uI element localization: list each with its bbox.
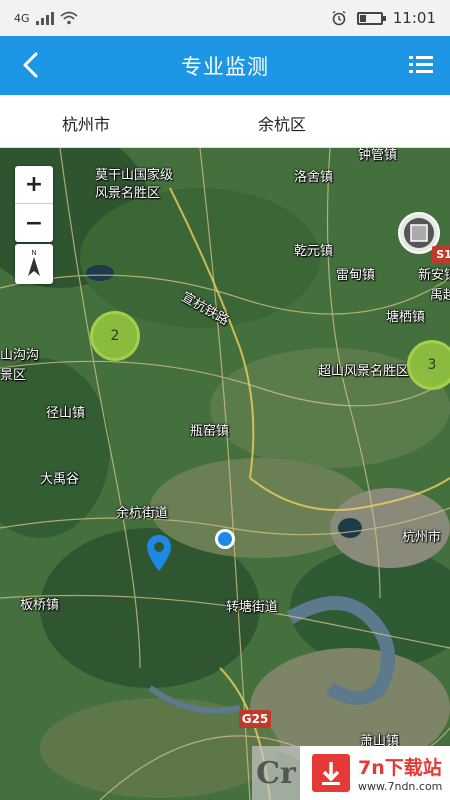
north-arrow-icon: N [28,249,40,276]
download-icon [312,754,350,792]
map-label-jingshan: 径山镇 [46,406,86,421]
zoom-control: + − [15,166,53,242]
satellite-map[interactable]: 莫干山国家级 风景名胜区 钟管镇 洛舍镇 乾元镇 雷甸镇 新安镇 禹越 宣杭铁路… [0,148,450,800]
map-label-banqiao: 板桥镇 [20,598,60,613]
wifi-icon [59,11,78,25]
map-label-zhongguan: 钟管镇 [358,148,398,163]
highway-shield: S1 [432,246,450,264]
map-label-leidian: 雷甸镇 [336,268,376,283]
cluster-marker[interactable]: 3 [407,340,450,390]
current-location-dot [215,529,235,549]
map-label-pingyao: 瓶窑镇 [190,424,230,439]
watermark-banner: 7n下载站 www.7ndn.com [300,746,450,800]
location-pin-icon[interactable] [146,534,172,572]
map-label-yuhang-street: 余杭街道 [116,506,169,521]
map-label-qianyuan: 乾元镇 [294,244,334,259]
map-label-zhuantang: 转塘街道 [226,600,279,615]
battery-icon [356,11,386,25]
city-selector[interactable]: 杭州市 [62,111,110,135]
zoom-out-button[interactable]: − [15,204,53,242]
map-label-scenic-area: 风景名胜区 [95,186,161,201]
map-label-jingqu: 景区 [0,368,27,383]
page-title: 专业监测 [181,54,269,79]
network-type: 4G [14,11,30,25]
map-label-moganshan: 莫干山国家级 [95,168,174,183]
compass-button[interactable]: N [15,244,53,284]
map-label-hangzhou: 杭州市 [402,530,442,545]
map-label-chaoshan: 超山风景名胜区 [318,364,410,379]
watermark-logo: Cr [252,746,300,800]
alarm-icon [332,10,346,26]
status-left: 4G [14,11,78,25]
app-header: 专业监测 [0,36,450,95]
signal-icon [35,11,54,25]
map-label-tangqi: 塘栖镇 [386,310,426,325]
region-selector: 杭州市 余杭区 [0,95,450,148]
list-menu-icon[interactable] [408,52,434,78]
map-label-xinan: 新安镇 [418,268,450,283]
zoom-in-button[interactable]: + [15,166,53,204]
status-bar: 4G 11:01 [0,0,450,36]
district-selector[interactable]: 余杭区 [258,111,306,135]
map-label-yuyue: 禹越 [430,288,450,303]
back-arrow-icon[interactable] [16,50,46,80]
watermark-text: 7n下载站 www.7ndn.com [358,753,442,793]
map-label-dayugu: 大禹谷 [40,472,80,487]
watermark-title: 7n下载站 [358,757,442,779]
watermark-url: www.7ndn.com [358,780,443,793]
battery-fill [359,14,366,22]
map-label-shangougou: 山沟沟 [0,348,40,363]
compass-label: N [31,249,36,257]
map-label-luoshe: 洛舍镇 [294,170,334,185]
cluster-marker[interactable]: 2 [90,311,140,361]
status-right: 11:01 [331,9,436,27]
highway-shield: G25 [239,710,271,728]
clock: 11:01 [392,9,436,27]
